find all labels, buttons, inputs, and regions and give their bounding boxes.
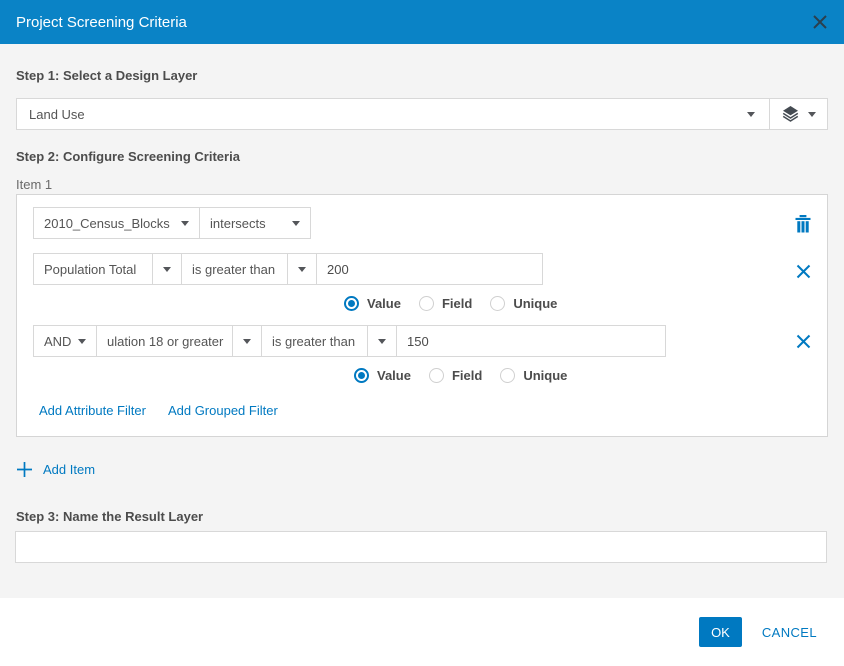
radio-unique[interactable]	[490, 296, 505, 311]
spatial-filter-row: 2010_Census_Blocks intersects	[33, 207, 815, 239]
dialog-header: Project Screening Criteria	[0, 0, 844, 44]
add-attribute-filter-link[interactable]: Add Attribute Filter	[39, 403, 146, 418]
chevron-down-icon	[292, 221, 300, 226]
chevron-down-icon	[243, 339, 251, 344]
field-select-caret-button[interactable]	[152, 254, 181, 284]
cancel-button[interactable]: CANCEL	[762, 625, 817, 640]
operator-value: is greater than	[182, 262, 287, 277]
trash-icon	[795, 215, 811, 233]
field-select[interactable]: Population Total	[33, 253, 182, 285]
chevron-down-icon	[808, 112, 816, 117]
step2-label: Step 2: Configure Screening Criteria	[16, 149, 828, 164]
dialog-title: Project Screening Criteria	[16, 14, 187, 31]
radio-unique-label: Unique	[523, 368, 567, 383]
field-value: ulation 18 or greater	[97, 334, 232, 349]
delete-item-button[interactable]	[795, 215, 811, 233]
radio-field[interactable]	[419, 296, 434, 311]
close-icon	[812, 14, 828, 30]
chevron-down-icon	[378, 339, 386, 344]
field-select[interactable]: ulation 18 or greater	[96, 325, 262, 357]
filter-value-input[interactable]	[316, 253, 543, 285]
step3-label: Step 3: Name the Result Layer	[16, 509, 828, 524]
design-layer-select[interactable]: Land Use	[16, 98, 828, 130]
remove-filter-button[interactable]	[796, 264, 811, 279]
add-item-button[interactable]: Add Item	[16, 459, 828, 479]
layer-options-button[interactable]	[769, 99, 827, 129]
dialog-body: Step 1: Select a Design Layer Land Use S…	[0, 68, 844, 563]
spatial-operator-value: intersects	[200, 216, 276, 231]
chevron-down-icon	[78, 339, 86, 344]
radio-value[interactable]	[344, 296, 359, 311]
step1-label: Step 1: Select a Design Layer	[16, 68, 828, 83]
spatial-operator-select[interactable]: intersects	[199, 207, 311, 239]
radio-field-label: Field	[452, 368, 482, 383]
radio-value-label: Value	[377, 368, 411, 383]
value-type-radio-group: Value Field Unique	[354, 367, 815, 383]
field-select-caret-button[interactable]	[232, 326, 261, 356]
chevron-down-icon	[163, 267, 171, 272]
result-layer-name-input[interactable]	[15, 531, 827, 563]
close-icon	[796, 334, 811, 349]
operator-select-caret-button[interactable]	[367, 326, 396, 356]
field-value: Population Total	[34, 262, 152, 277]
chevron-down-icon	[181, 221, 189, 226]
remove-filter-button[interactable]	[796, 334, 811, 349]
join-operator-value: AND	[34, 334, 76, 349]
criteria-layer-select[interactable]: 2010_Census_Blocks	[33, 207, 200, 239]
chevron-down-icon	[747, 112, 755, 117]
plus-icon	[16, 461, 33, 478]
item-card: 2010_Census_Blocks intersects Population…	[16, 194, 828, 437]
join-operator-select[interactable]: AND	[33, 325, 97, 357]
filter-value-input[interactable]	[396, 325, 666, 357]
item-label: Item 1	[16, 177, 828, 192]
radio-field[interactable]	[429, 368, 444, 383]
ok-button[interactable]: OK	[699, 617, 742, 647]
layers-icon	[782, 106, 799, 122]
filter-links-row: Add Attribute Filter Add Grouped Filter	[39, 403, 815, 418]
add-item-label: Add Item	[43, 462, 95, 477]
design-layer-value: Land Use	[17, 107, 747, 122]
project-screening-criteria-dialog: Project Screening Criteria Step 1: Selec…	[0, 0, 844, 666]
criteria-layer-value: 2010_Census_Blocks	[34, 216, 179, 231]
close-button[interactable]	[812, 14, 828, 30]
radio-value[interactable]	[354, 368, 369, 383]
operator-value: is greater than	[262, 334, 367, 349]
operator-select[interactable]: is greater than	[261, 325, 397, 357]
radio-field-label: Field	[442, 296, 472, 311]
add-grouped-filter-link[interactable]: Add Grouped Filter	[168, 403, 278, 418]
attribute-filter-row: AND ulation 18 or greater is greater tha…	[33, 325, 815, 357]
radio-unique-label: Unique	[513, 296, 557, 311]
radio-unique[interactable]	[500, 368, 515, 383]
chevron-down-icon	[298, 267, 306, 272]
radio-value-label: Value	[367, 296, 401, 311]
close-icon	[796, 264, 811, 279]
dialog-footer: OK CANCEL	[0, 598, 844, 666]
operator-select-caret-button[interactable]	[287, 254, 316, 284]
value-type-radio-group: Value Field Unique	[344, 295, 815, 311]
attribute-filter-row: Population Total is greater than	[33, 253, 815, 285]
operator-select[interactable]: is greater than	[181, 253, 317, 285]
